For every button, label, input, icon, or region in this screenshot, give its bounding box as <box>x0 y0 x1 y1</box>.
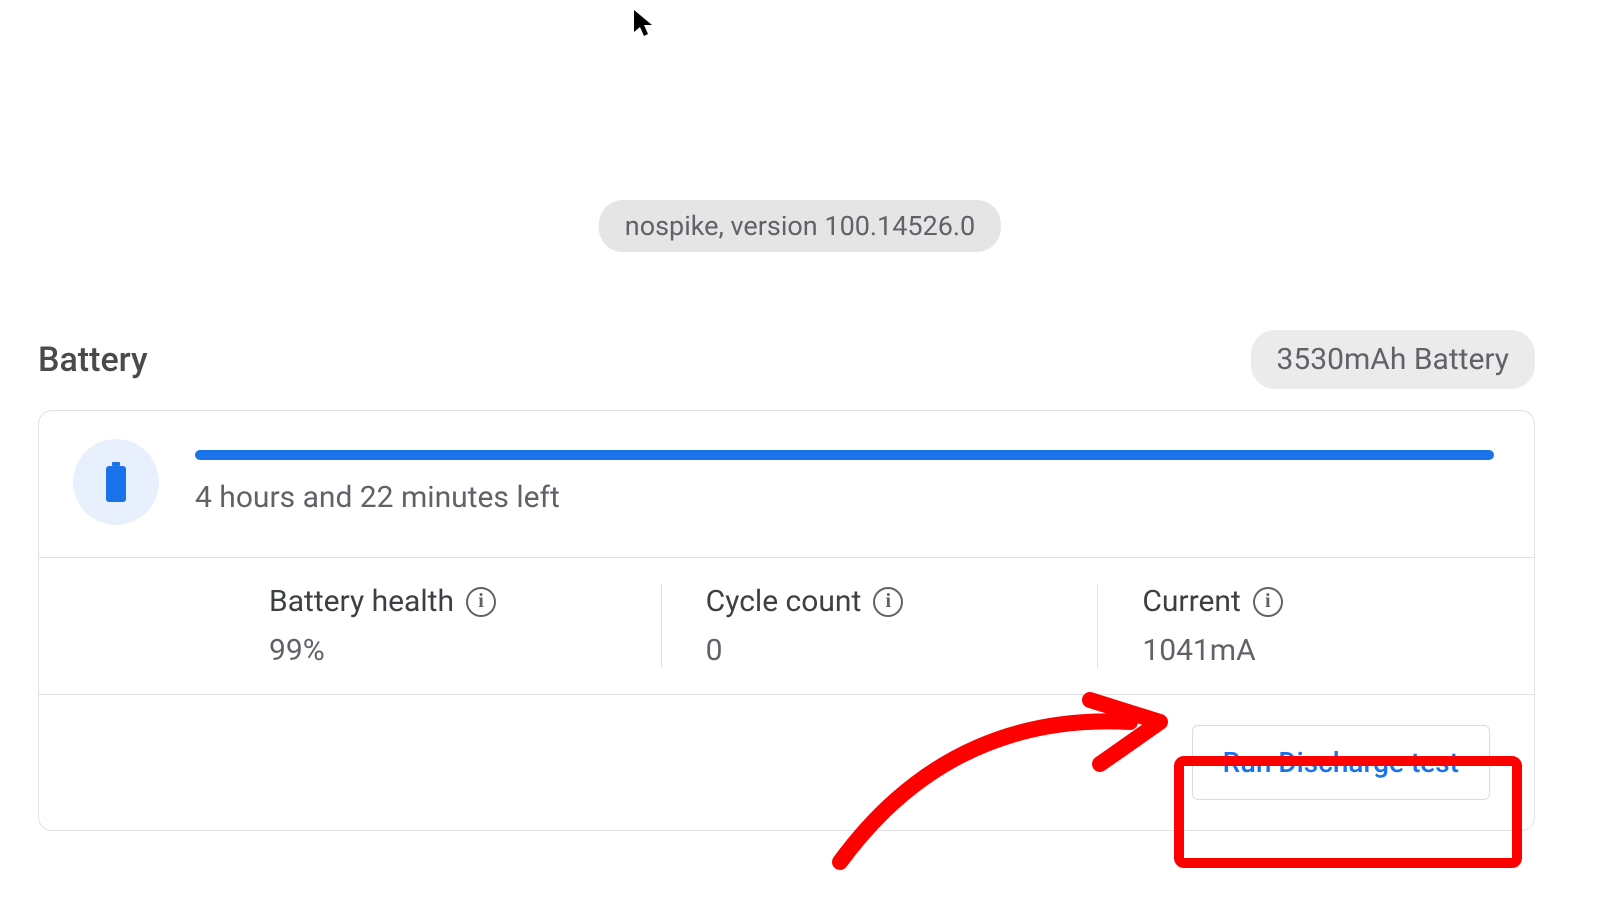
info-icon[interactable]: i <box>873 587 903 617</box>
stat-label: Cycle count <box>706 584 862 619</box>
section-header: Battery 3530mAh Battery <box>38 330 1535 389</box>
stat-label: Current <box>1142 584 1240 619</box>
stat-label: Battery health <box>269 584 454 619</box>
stat-value: 0 <box>706 633 1054 668</box>
battery-progress-column: 4 hours and 22 minutes left <box>195 450 1494 515</box>
battery-card-top: 4 hours and 22 minutes left <box>39 411 1534 557</box>
info-icon[interactable]: i <box>466 587 496 617</box>
stat-cycle-count: Cycle count i 0 <box>662 584 1099 668</box>
stat-value: 1041mA <box>1142 633 1490 668</box>
info-icon[interactable]: i <box>1253 587 1283 617</box>
stat-current: Current i 1041mA <box>1098 584 1534 668</box>
battery-icon <box>73 439 159 525</box>
card-footer: Run Discharge test <box>39 695 1534 830</box>
version-badge: nospike, version 100.14526.0 <box>599 200 1001 252</box>
stat-value: 99% <box>269 633 617 668</box>
run-discharge-test-button[interactable]: Run Discharge test <box>1192 725 1490 800</box>
stat-battery-health: Battery health i 99% <box>39 584 662 668</box>
battery-stats-row: Battery health i 99% Cycle count i 0 Cur… <box>39 558 1534 694</box>
section-title: Battery <box>38 340 148 380</box>
battery-card: 4 hours and 22 minutes left Battery heal… <box>38 410 1535 831</box>
battery-time-left: 4 hours and 22 minutes left <box>195 480 1494 515</box>
battery-progress-bar <box>195 450 1494 460</box>
cursor-icon <box>632 8 656 38</box>
battery-capacity-badge: 3530mAh Battery <box>1251 330 1535 389</box>
